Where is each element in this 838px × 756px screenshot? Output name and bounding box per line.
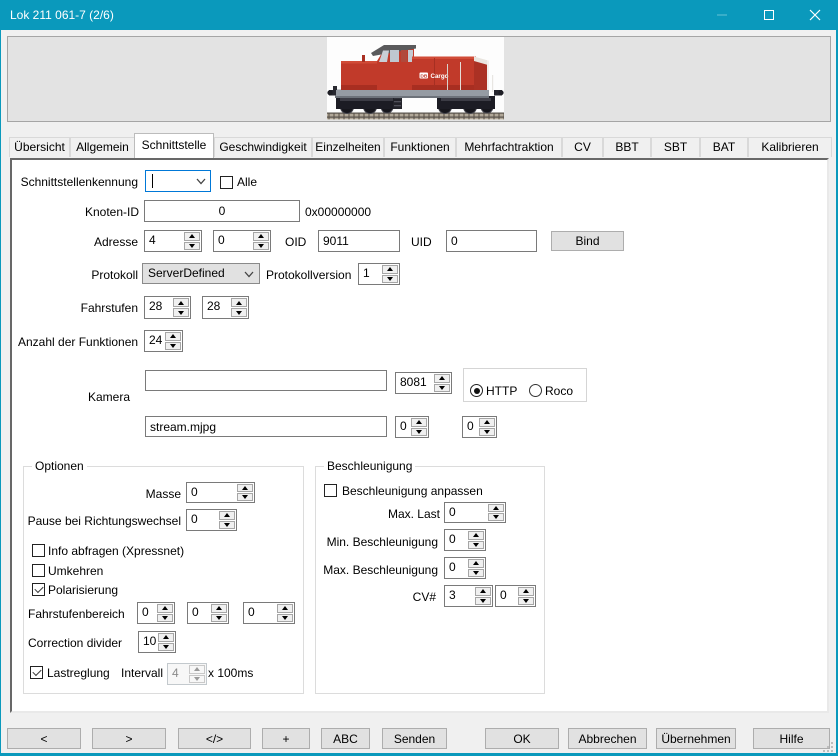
svg-text:DB: DB (420, 74, 428, 80)
svg-text:Cargo: Cargo (431, 73, 449, 80)
